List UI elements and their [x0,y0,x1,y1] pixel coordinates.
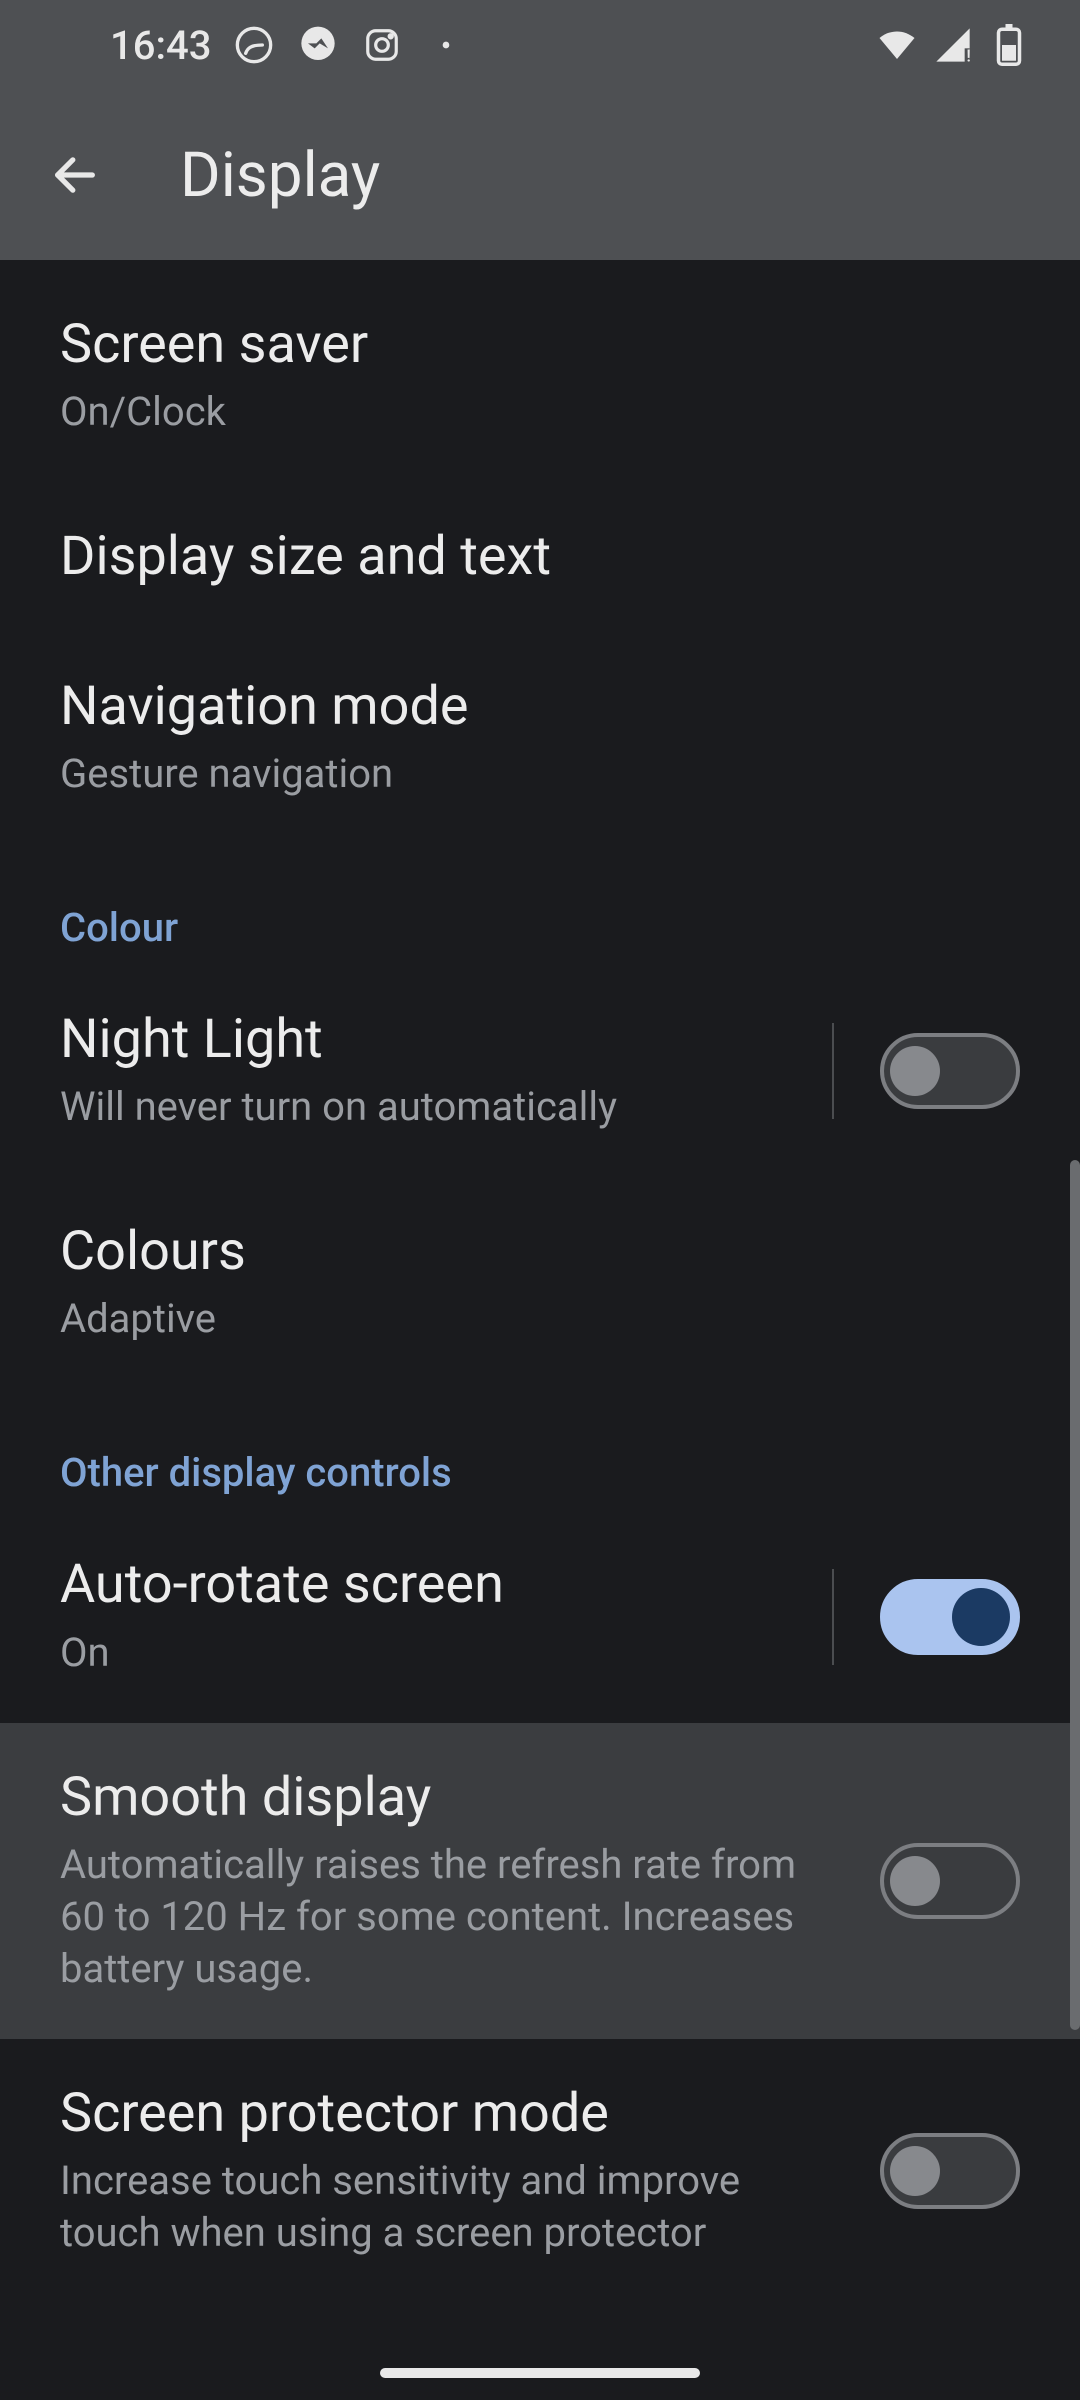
setting-title: Screen saver [60,314,1020,376]
whatsapp-icon [233,24,275,66]
setting-subtitle: Increase touch sensitivity and improve t… [60,2155,840,2259]
arrow-left-icon [49,149,101,201]
setting-title: Smooth display [60,1767,840,1829]
setting-subtitle: Adaptive [60,1293,840,1345]
status-time: 16:43 [110,22,211,69]
setting-subtitle: Will never turn on automatically [60,1081,806,1133]
auto-rotate-toggle[interactable] [880,1579,1020,1655]
setting-smooth-display[interactable]: Smooth display Automatically raises the … [0,1723,1080,2039]
night-light-toggle[interactable] [880,1033,1020,1109]
scrollbar[interactable] [1070,1160,1080,2030]
instagram-icon [361,24,403,66]
battery-icon [988,24,1030,66]
setting-screen-saver[interactable]: Screen saver On/Clock [0,270,1080,482]
settings-list: Screen saver On/Clock Display size and t… [0,260,1080,2303]
messenger-icon [297,24,339,66]
divider [832,1569,834,1665]
setting-auto-rotate[interactable]: Auto-rotate screen On [0,1510,1080,1722]
wifi-icon [876,24,918,66]
status-bar: 16:43 ! [0,0,1080,90]
gesture-nav-handle-icon[interactable] [380,2368,700,2378]
cellular-signal-icon: ! [932,24,974,66]
setting-subtitle: Automatically raises the refresh rate fr… [60,1839,840,1995]
screen-protector-toggle[interactable] [880,2133,1020,2209]
section-header-colour: Colour [0,844,1080,965]
setting-subtitle: Gesture navigation [60,748,840,800]
setting-display-size-text[interactable]: Display size and text [0,482,1080,632]
setting-navigation-mode[interactable]: Navigation mode Gesture navigation [0,632,1080,844]
setting-subtitle: On/Clock [60,386,840,438]
setting-screen-protector-mode[interactable]: Screen protector mode Increase touch sen… [0,2039,1080,2303]
app-bar: Display [0,90,1080,260]
setting-night-light[interactable]: Night Light Will never turn on automatic… [0,965,1080,1177]
setting-title: Navigation mode [60,676,1020,738]
setting-title: Display size and text [60,526,1020,588]
setting-subtitle: On [60,1627,806,1679]
more-notifications-dot-icon [425,24,467,66]
divider [832,1023,834,1119]
setting-title: Screen protector mode [60,2083,840,2145]
page-title: Display [180,139,380,212]
setting-title: Colours [60,1221,1020,1283]
svg-text:!: ! [966,48,970,65]
setting-title: Auto-rotate screen [60,1554,806,1616]
setting-colours[interactable]: Colours Adaptive [0,1177,1080,1389]
smooth-display-toggle[interactable] [880,1843,1020,1919]
setting-title: Night Light [60,1009,806,1071]
back-button[interactable] [40,140,110,210]
section-header-other: Other display controls [0,1389,1080,1510]
